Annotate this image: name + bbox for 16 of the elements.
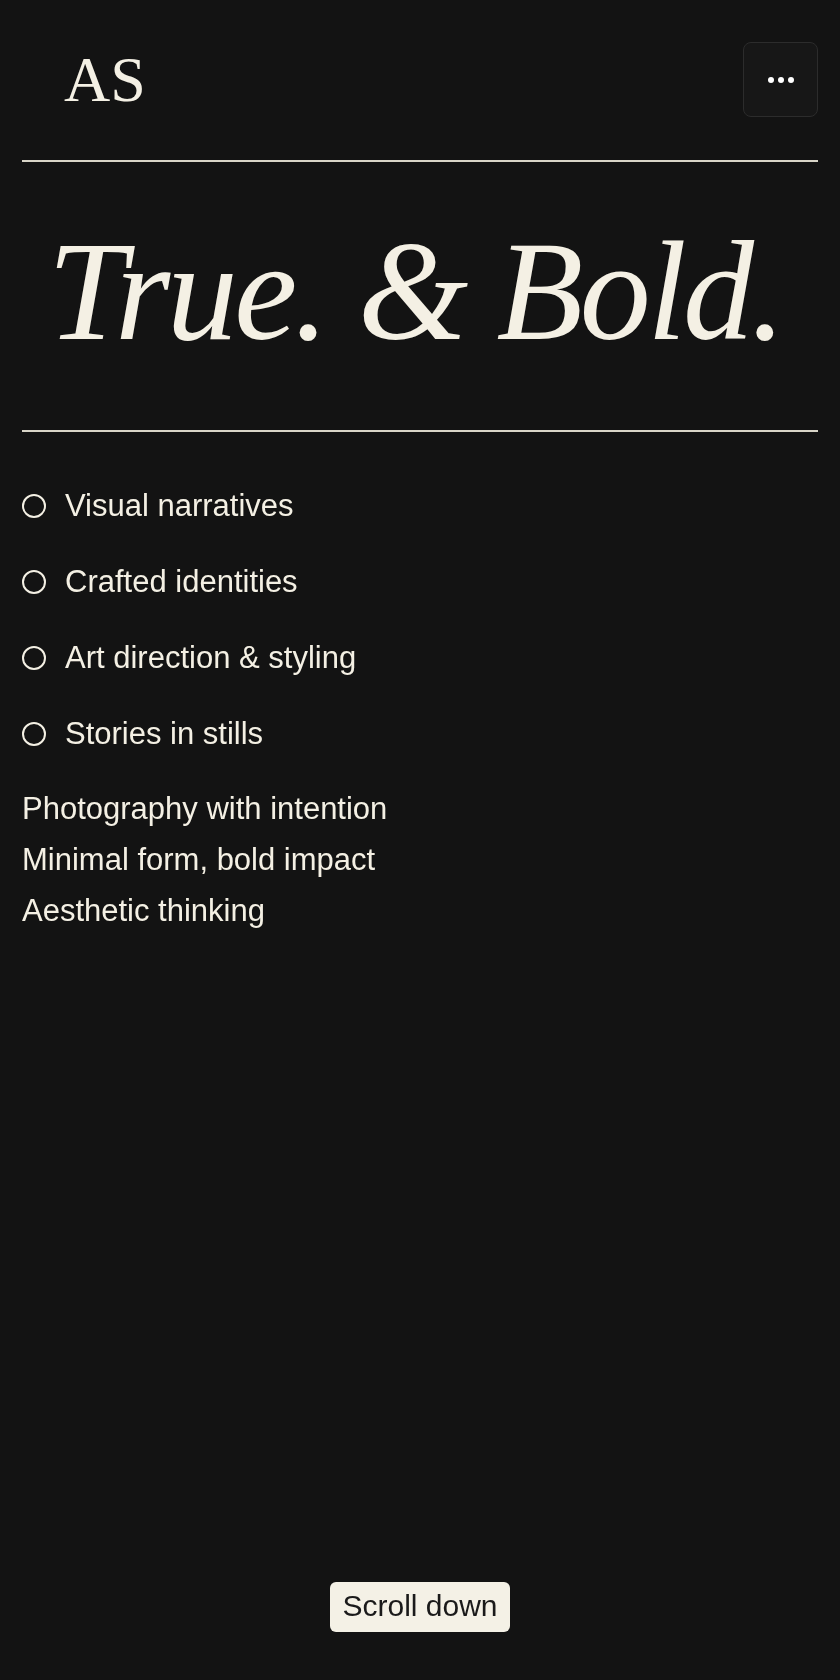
service-item: Crafted identities	[65, 563, 298, 601]
more-icon	[767, 76, 794, 83]
service-item: Visual narratives	[65, 487, 294, 525]
ring-icon	[22, 570, 46, 594]
headline: True. & Bold.	[47, 220, 784, 372]
ring-icon	[22, 646, 46, 670]
ring-icon	[22, 494, 46, 518]
tagline: Aesthetic thinking	[22, 892, 265, 930]
tagline: Photography with intention	[22, 790, 388, 828]
service-item: Art direction & styling	[65, 639, 357, 677]
ring-icon	[22, 722, 46, 746]
scroll-down-button[interactable]: Scroll down	[330, 1582, 510, 1632]
service-item: Stories in stills	[65, 715, 264, 753]
menu-button[interactable]	[743, 42, 818, 117]
logo[interactable]: AS	[64, 48, 146, 112]
tagline: Minimal form, bold impact	[22, 841, 376, 879]
